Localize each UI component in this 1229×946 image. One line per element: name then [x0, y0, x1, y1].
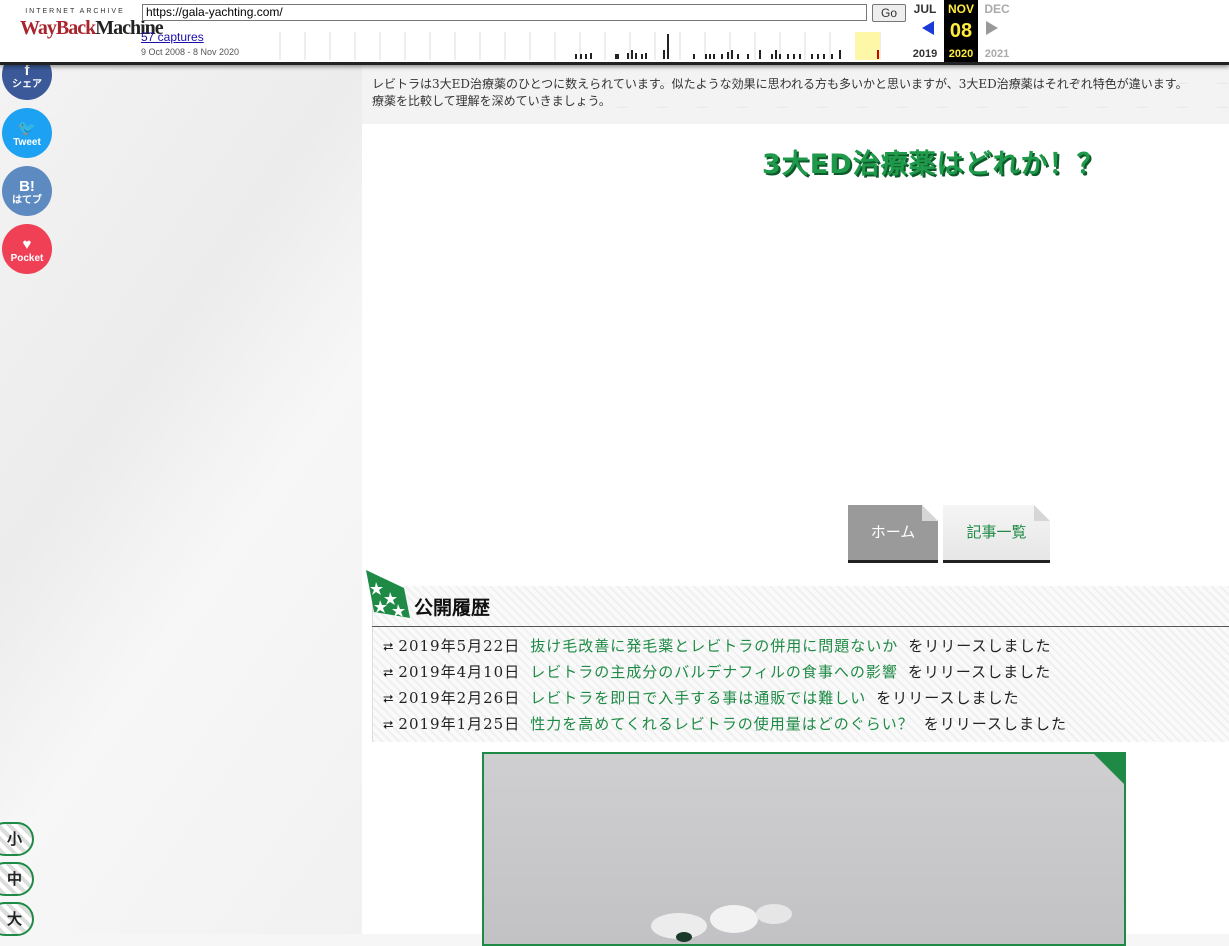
nav-list-label: 記事一覧	[966, 523, 1027, 541]
wayback-current-month: NOV 08 2020	[944, 0, 978, 62]
pocket-label: Pocket	[10, 253, 44, 264]
wayback-logo[interactable]: INTERNET ARCHIVE WayBackMachine	[20, 8, 164, 52]
tweet-label: Tweet	[13, 137, 41, 148]
hatena-bookmark-button[interactable]: B! はてブ	[2, 166, 52, 216]
intro-line: 療薬を比較して理解を深めていきましょう。	[372, 94, 611, 108]
page-fold-icon	[1034, 505, 1050, 521]
hatena-icon: B!	[19, 178, 35, 195]
history-item: ⮂ 2019年5月22日 抜け毛改善に発毛薬とレビトラの併用に問題ないか をリリースし…	[383, 635, 1052, 656]
wayback-logo-main: WayBackMachine	[20, 17, 164, 40]
intro-line: レビトラは3大ED治療薬のひとつに数えられています。似たような効果に思われる方も…	[372, 77, 1188, 91]
nav-article-list-tab[interactable]: 記事一覧	[943, 505, 1050, 563]
tweet-button[interactable]: 🐦 Tweet	[2, 108, 52, 158]
next-year-label: 2021	[984, 48, 1010, 60]
corner-ribbon-icon	[1094, 754, 1124, 784]
wayback-calendar-nav: JUL 2019 NOV 08 2020 DEC 2021	[908, 0, 1018, 62]
history-suffix: をリリースしました	[923, 715, 1068, 733]
current-year-label: 2020	[948, 48, 974, 60]
hatena-label: はてブ	[12, 195, 42, 206]
history-item: ⮂ 2019年4月10日 レビトラの主成分のバルデナフィルの食事への影響 をリリースし…	[383, 661, 1051, 682]
history-item: ⮂ 2019年1月25日 性力を高めてくれるレビトラの使用量はどのぐらい？ をリリース…	[383, 713, 1067, 734]
history-suffix: をリリースしました	[908, 637, 1052, 655]
wayback-date-range: 9 Oct 2008 - 8 Nov 2020	[141, 47, 240, 57]
history-suffix: をリリースしました	[907, 663, 1052, 681]
wayback-logo-part1: WayBack	[20, 17, 96, 39]
stars-decoration-icon	[366, 570, 410, 618]
arrow-right-icon[interactable]	[986, 21, 998, 35]
section-headline: 3大ED治療薬はどれか！？	[762, 149, 1105, 180]
current-day-label: 08	[949, 20, 973, 42]
history-date: 2019年5月22日	[398, 637, 521, 655]
pocket-button[interactable]: ♥ Pocket	[2, 224, 52, 274]
page-background	[0, 0, 365, 934]
history-item: ⮂ 2019年2月26日 レビトラを即日で入手する事は通販では難しい をリリースしまし…	[383, 687, 1020, 708]
font-size-small-button[interactable]: 小	[0, 822, 34, 856]
history-article-link[interactable]: 抜け毛改善に発毛薬とレビトラの併用に問題ないか	[530, 637, 898, 655]
intro-text: レビトラは3大ED治療薬のひとつに数えられています。似たような効果に思われる方も…	[372, 76, 1227, 110]
wayback-next-month[interactable]: DEC 2021	[980, 0, 1014, 62]
capsules-illustration	[651, 904, 792, 942]
prev-month-label: JUL	[913, 2, 937, 16]
retweet-icon: ⮂	[383, 718, 395, 733]
featured-article-image[interactable]	[482, 752, 1126, 946]
page-fold-icon	[922, 505, 938, 521]
history-article-link[interactable]: レビトラの主成分のバルデナフィルの食事への影響	[530, 663, 898, 681]
current-month-label: NOV	[947, 2, 974, 16]
wayback-capture-sparkline[interactable]	[255, 32, 905, 60]
history-date: 2019年2月26日	[398, 689, 521, 707]
wayback-prev-month[interactable]: JUL 2019	[908, 0, 942, 62]
wayback-url-input[interactable]: https://gala-yachting.com/	[142, 4, 867, 21]
history-article-link[interactable]: レビトラを即日で入手する事は通販では難しい	[530, 689, 866, 707]
history-date: 2019年1月25日	[398, 715, 521, 733]
wayback-toolbar: INTERNET ARCHIVE WayBackMachine https://…	[0, 0, 1229, 65]
pocket-icon: ♥	[22, 236, 32, 253]
nav-home-tab[interactable]: ホーム	[848, 505, 938, 563]
history-date: 2019年4月10日	[398, 663, 521, 681]
arrow-left-icon[interactable]	[922, 21, 934, 35]
font-size-large-button[interactable]: 大	[0, 902, 34, 936]
publication-history-title: 公開履歴	[414, 597, 491, 619]
facebook-share-label: シェア	[12, 79, 42, 90]
nav-home-label: ホーム	[870, 523, 916, 541]
history-article-link[interactable]: 性力を高めてくれるレビトラの使用量はどのぐらい？	[530, 715, 914, 733]
twitter-bird-icon: 🐦	[17, 120, 37, 137]
wayback-captures-link[interactable]: 57 captures	[141, 30, 204, 44]
prev-year-label: 2019	[912, 48, 938, 60]
history-divider	[372, 626, 1229, 627]
retweet-icon: ⮂	[383, 640, 395, 655]
retweet-icon: ⮂	[383, 666, 395, 681]
wayback-go-button[interactable]: Go	[872, 4, 906, 22]
next-month-label: DEC	[984, 2, 1010, 16]
retweet-icon: ⮂	[383, 692, 395, 707]
font-size-medium-button[interactable]: 中	[0, 862, 34, 896]
wayback-logo-top: INTERNET ARCHIVE	[25, 8, 125, 15]
history-suffix: をリリースしました	[876, 689, 1020, 707]
